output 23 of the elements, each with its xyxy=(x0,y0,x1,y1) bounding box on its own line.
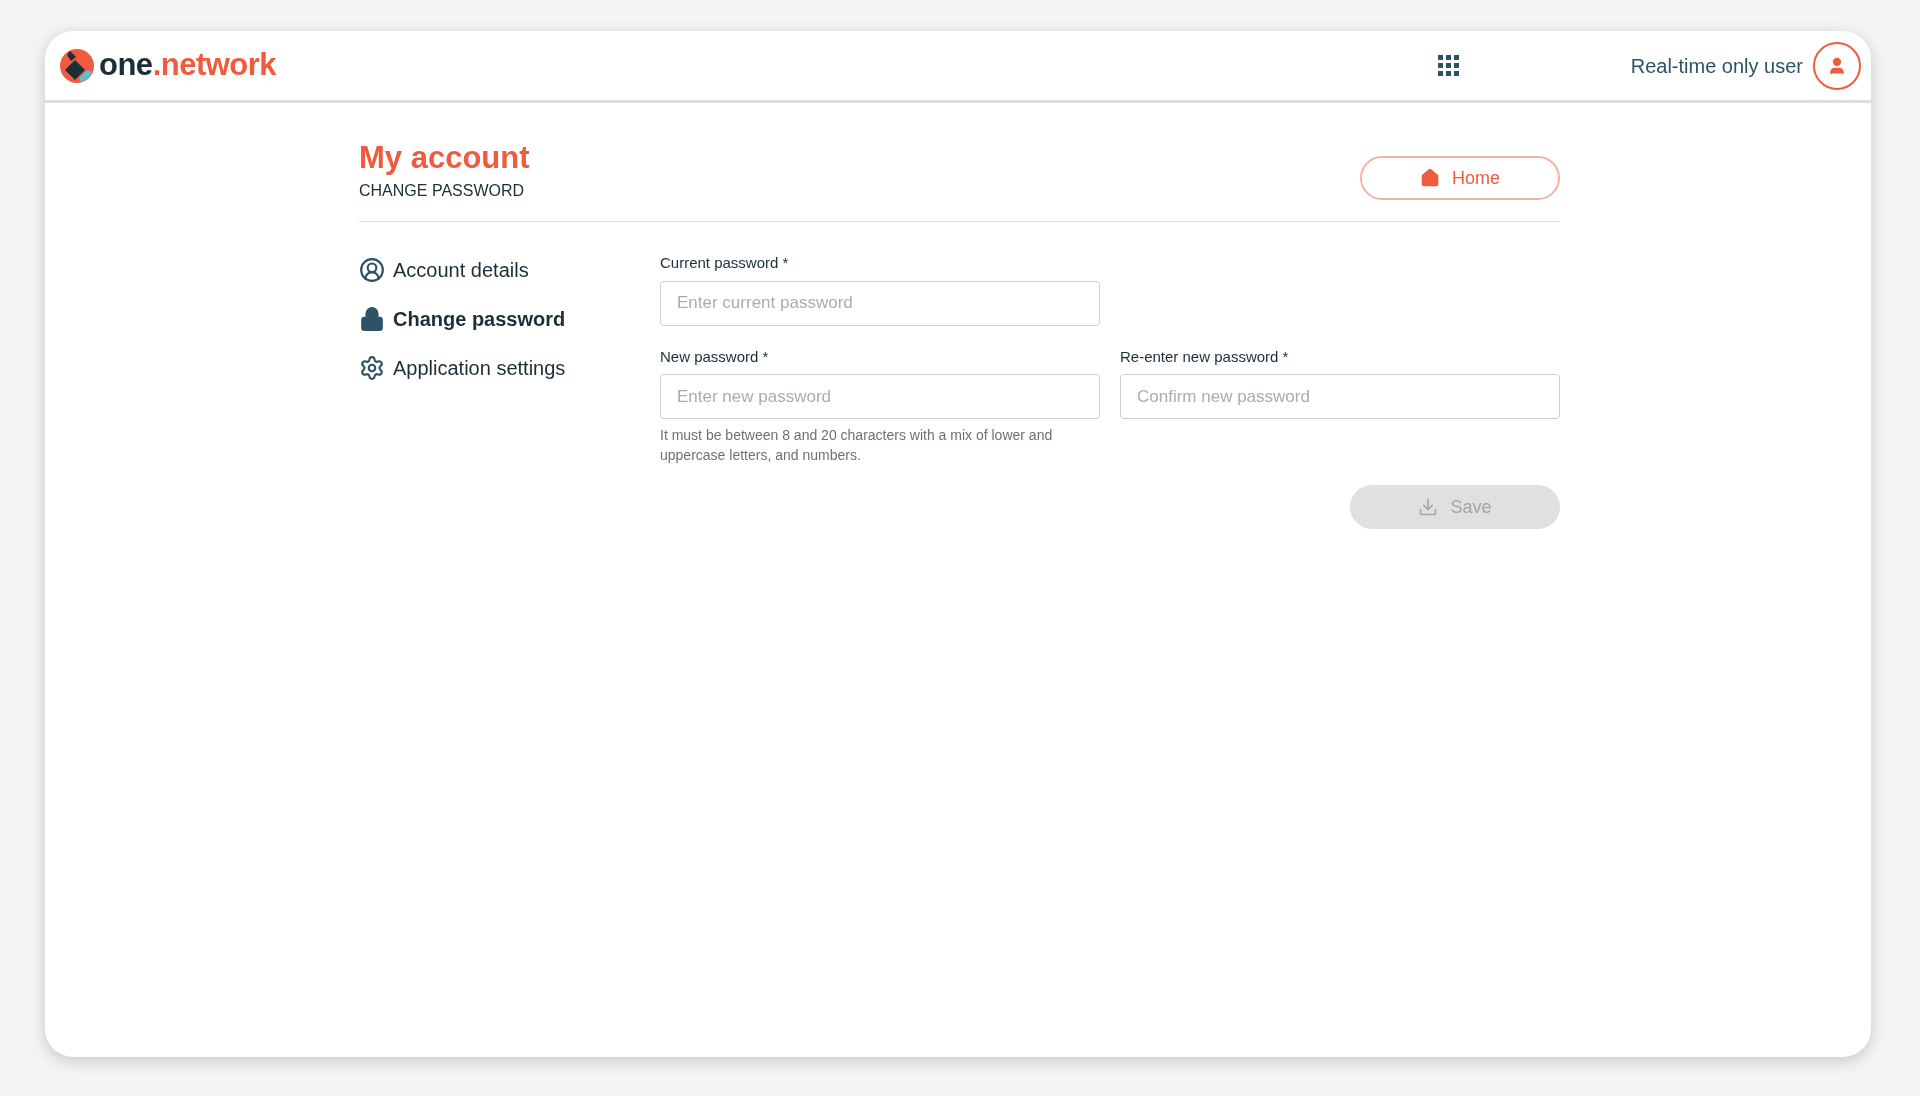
settings-icon xyxy=(359,354,385,381)
sidebar-item[interactable]: Change password xyxy=(359,305,660,332)
apps-grid-icon[interactable] xyxy=(1437,55,1459,76)
sidebar-item[interactable]: Account details xyxy=(359,256,660,283)
download-icon xyxy=(1418,497,1439,517)
password-field[interactable]: Confirm new password xyxy=(1120,374,1560,419)
user-name: Real-time only user xyxy=(1630,53,1803,79)
field-label: New password * xyxy=(660,346,770,367)
hint-text: It must be between 8 and 20 characters with a mix of lower and uppercase letters, and numbers. xyxy=(660,426,1054,465)
page-title: My account xyxy=(359,139,530,177)
sidebar-item[interactable]: Application settings xyxy=(359,354,660,381)
password-field[interactable]: Enter new password xyxy=(660,374,1100,419)
user-circle-icon xyxy=(359,256,385,283)
logo-icon xyxy=(59,47,95,84)
avatar-button[interactable] xyxy=(1813,41,1861,90)
page-subtitle: CHANGE PASSWORD xyxy=(359,181,526,201)
password-field[interactable]: Enter current password xyxy=(660,280,1100,326)
home-icon xyxy=(1420,168,1440,188)
field-label: Re-enter new password * xyxy=(1120,346,1290,367)
person-icon xyxy=(1827,55,1847,76)
logo-text: one.network xyxy=(99,46,277,85)
field-label: Current password * xyxy=(660,253,790,273)
lock-icon xyxy=(359,305,385,332)
